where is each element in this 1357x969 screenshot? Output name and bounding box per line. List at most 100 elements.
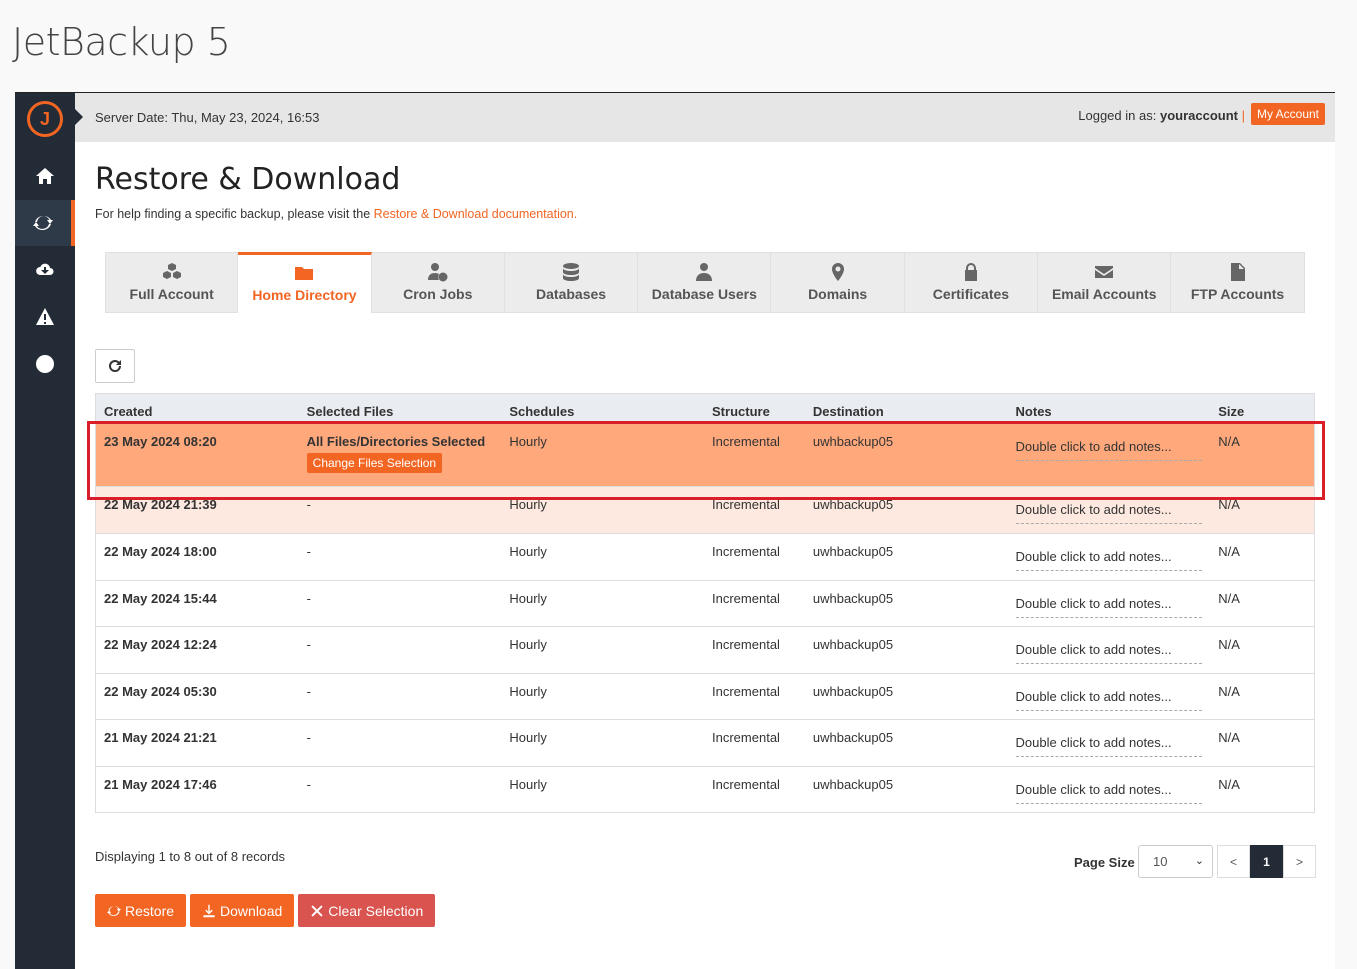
size-cell: N/A bbox=[1218, 776, 1240, 792]
table-row[interactable]: 22 May 2024 21:39 - Hourly Incremental u… bbox=[96, 486, 1314, 533]
documentation-link[interactable]: Restore & Download documentation. bbox=[374, 207, 578, 221]
files-cell: - bbox=[306, 730, 312, 745]
change-files-selection-button[interactable]: Change Files Selection bbox=[306, 453, 443, 473]
main-content: Restore & Download For help finding a sp… bbox=[75, 142, 1335, 969]
schedules-cell: Hourly bbox=[509, 590, 547, 606]
files-cell: - bbox=[306, 776, 312, 792]
pagination: < 1 > bbox=[1217, 845, 1316, 878]
logged-prefix: Logged in as: bbox=[1078, 108, 1157, 123]
warning-icon bbox=[36, 308, 54, 325]
notes-cell: Double click to add notes... bbox=[1008, 627, 1211, 673]
size-cell: N/A bbox=[1218, 590, 1240, 606]
structure-cell: Incremental bbox=[712, 544, 780, 559]
tab-full-account[interactable]: Full Account bbox=[105, 252, 239, 313]
tab-label: Database Users bbox=[651, 286, 757, 302]
table-row[interactable]: 23 May 2024 08:20 All Files/Directories … bbox=[96, 423, 1314, 486]
notes-cell: Double click to add notes... bbox=[1008, 674, 1211, 720]
structure-cell: Incremental bbox=[712, 683, 780, 699]
page-size-select[interactable]: 10 ⌄ bbox=[1138, 845, 1213, 878]
header-selected-files: Selected Files bbox=[306, 404, 394, 419]
files-cell: All Files/Directories Selected Change Fi… bbox=[299, 424, 502, 486]
app-frame: J Server Date: Thu, May 23, 2024, 16:53 … bbox=[15, 92, 1335, 969]
destination-cell: uwhbackup05 bbox=[812, 683, 894, 699]
refresh-button[interactable] bbox=[95, 349, 135, 383]
sidebar-queue[interactable] bbox=[15, 341, 75, 387]
action-buttons: Restore Download Clear Selection bbox=[95, 894, 436, 927]
files-cell: - bbox=[306, 590, 312, 606]
created-cell: 22 May 2024 12:24 bbox=[104, 637, 217, 652]
server-date: Server Date: Thu, May 23, 2024, 16:53 bbox=[95, 110, 320, 125]
notes-field[interactable]: Double click to add notes... bbox=[1015, 642, 1202, 664]
prev-page-button[interactable]: < bbox=[1217, 845, 1250, 878]
tab-domains[interactable]: Domains bbox=[771, 252, 905, 313]
sidebar-download[interactable] bbox=[15, 247, 75, 293]
schedules-cell: Hourly bbox=[509, 637, 547, 652]
tab-cron-jobs[interactable]: Cron Jobs bbox=[371, 252, 505, 313]
notes-field[interactable]: Double click to add notes... bbox=[1015, 549, 1202, 571]
structure-cell: Incremental bbox=[712, 497, 780, 512]
created-cell: 21 May 2024 21:21 bbox=[104, 730, 217, 745]
tab-home-directory[interactable]: Home Directory bbox=[238, 252, 372, 313]
created-cell: 22 May 2024 05:30 bbox=[104, 683, 217, 699]
notes-field[interactable]: Double click to add notes... bbox=[1015, 782, 1202, 804]
notes-field[interactable]: Double click to add notes... bbox=[1015, 502, 1202, 524]
header-notes: Notes bbox=[1015, 404, 1052, 419]
tab-label: Databases bbox=[536, 286, 607, 302]
tab-label: FTP Accounts bbox=[1190, 286, 1285, 302]
header-created[interactable]: Created bbox=[96, 404, 299, 419]
table-row[interactable]: 22 May 2024 15:44 - Hourly Incremental u… bbox=[96, 579, 1314, 626]
notes-cell: Double click to add notes... bbox=[1008, 534, 1211, 580]
notes-field[interactable]: Double click to add notes... bbox=[1015, 596, 1202, 618]
cubes-icon bbox=[162, 263, 181, 279]
tab-databases[interactable]: Databases bbox=[504, 252, 639, 313]
next-page-button[interactable]: > bbox=[1283, 845, 1316, 878]
jetbackup-logo-icon[interactable]: J bbox=[27, 101, 63, 137]
tab-certificates[interactable]: Certificates bbox=[904, 252, 1039, 313]
tab-database-users[interactable]: Database Users bbox=[638, 252, 772, 313]
my-account-button[interactable]: My Account bbox=[1250, 103, 1325, 125]
tab-ftp-accounts[interactable]: FTP Accounts bbox=[1171, 252, 1305, 313]
header-structure: Structure bbox=[712, 404, 770, 419]
structure-cell: Incremental bbox=[712, 590, 780, 606]
tab-email-accounts[interactable]: Email Accounts bbox=[1038, 252, 1172, 313]
destination-cell: uwhbackup05 bbox=[812, 776, 894, 792]
table-row[interactable]: 22 May 2024 12:24 - Hourly Incremental u… bbox=[96, 626, 1314, 673]
restore-button[interactable]: Restore bbox=[95, 894, 187, 927]
folder-icon bbox=[295, 267, 314, 280]
table-row[interactable]: 21 May 2024 17:46 - Hourly Incremental u… bbox=[96, 765, 1314, 812]
destination-cell: uwhbackup05 bbox=[812, 434, 894, 449]
structure-cell: Incremental bbox=[712, 730, 780, 745]
sidebar-home[interactable] bbox=[15, 153, 75, 199]
page-title: Restore & Download bbox=[95, 162, 401, 197]
envelope-icon bbox=[1095, 266, 1114, 278]
files-cell: - bbox=[306, 544, 312, 559]
clock-icon bbox=[36, 355, 54, 373]
page-1-button[interactable]: 1 bbox=[1250, 845, 1283, 878]
notes-field[interactable]: Double click to add notes... bbox=[1015, 689, 1202, 711]
download-button[interactable]: Download bbox=[190, 894, 295, 927]
schedules-cell: Hourly bbox=[509, 544, 547, 559]
restore-label: Restore bbox=[125, 902, 175, 919]
structure-cell: Incremental bbox=[712, 776, 780, 792]
tab-label: Email Accounts bbox=[1051, 286, 1157, 302]
notes-field[interactable]: Double click to add notes... bbox=[1015, 735, 1202, 757]
notes-field[interactable]: Double click to add notes... bbox=[1015, 439, 1202, 461]
app-title: JetBackup 5 bbox=[12, 20, 231, 64]
records-count: Displaying 1 to 8 out of 8 records bbox=[95, 849, 286, 864]
files-cell: - bbox=[306, 497, 312, 512]
clear-selection-button[interactable]: Clear Selection bbox=[298, 894, 436, 927]
files-cell: - bbox=[306, 637, 312, 652]
tab-bar: Full Account Home Directory Cron Jobs Da… bbox=[105, 252, 1305, 313]
database-icon bbox=[563, 263, 580, 281]
file-icon bbox=[1230, 263, 1245, 281]
tab-label: Domains bbox=[808, 286, 868, 302]
table-row[interactable]: 22 May 2024 18:00 - Hourly Incremental u… bbox=[96, 533, 1314, 580]
files-cell: - bbox=[306, 683, 312, 699]
backups-table: Created Selected Files Schedules Structu… bbox=[95, 393, 1315, 813]
home-icon bbox=[36, 168, 54, 184]
sidebar-restore[interactable] bbox=[15, 200, 75, 246]
table-row[interactable]: 21 May 2024 21:21 - Hourly Incremental u… bbox=[96, 719, 1314, 766]
table-row[interactable]: 22 May 2024 05:30 - Hourly Incremental u… bbox=[96, 672, 1314, 720]
sidebar-alerts[interactable] bbox=[15, 294, 75, 340]
destination-cell: uwhbackup05 bbox=[812, 497, 894, 512]
